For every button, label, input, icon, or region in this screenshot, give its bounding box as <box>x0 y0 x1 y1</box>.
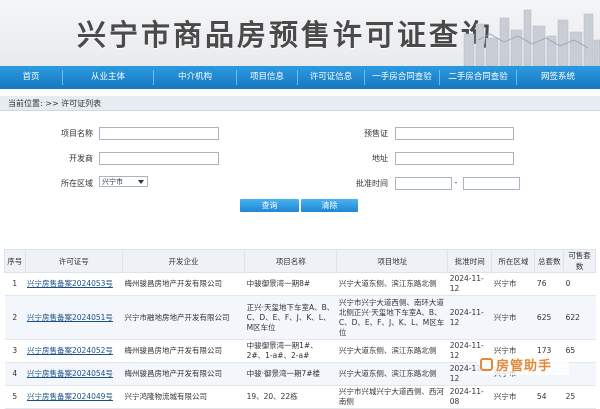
col-header-available: 可售套数 <box>563 249 596 273</box>
cell-total: 625 <box>534 295 564 340</box>
cell-available: 622 <box>563 295 596 340</box>
breadcrumb: 当前位置: >> 许可证列表 <box>0 96 600 111</box>
col-header-total: 总套数 <box>534 249 565 273</box>
nav-online-signing[interactable]: 网签系统 <box>517 66 599 89</box>
nav-practitioners[interactable]: 从业主体 <box>63 66 153 89</box>
cert-link[interactable]: 兴宁房售备案2024051号 <box>25 295 123 340</box>
cell-developer: 兴宁鸿隆物流城有限公司 <box>122 385 245 409</box>
cell-project: 中骏御景湾一期8# <box>244 272 337 296</box>
col-header-district: 所在区域 <box>491 249 536 273</box>
page-title: 兴宁市商品房预售许可证查询 <box>77 18 494 52</box>
nav-home[interactable]: 首页 <box>0 66 62 89</box>
cert-link[interactable]: 兴宁房售备案2024054号 <box>25 362 123 386</box>
nav-new-contract-check[interactable]: 一手房合同查验 <box>365 66 439 89</box>
approval-time-label: 批准时间 <box>356 179 388 188</box>
cert-link[interactable]: 兴宁房售备案2024049号 <box>25 385 123 409</box>
date-range-dash: - <box>454 178 458 187</box>
presale-cert-label: 预售证 <box>364 129 388 138</box>
cell-date: 2024-11-08 <box>447 385 492 409</box>
cert-link-text[interactable]: 兴宁房售备案2024052号 <box>27 346 113 355</box>
cell-total: 76 <box>534 272 564 296</box>
cell-address: 兴宁市兴宁大道西侧、南环大道北侧正兴·天玺地下车室A、B、C、D、E、F、J、K… <box>336 295 448 340</box>
nav-agencies[interactable]: 中介机构 <box>154 66 236 89</box>
nav-permits[interactable]: 许可证信息 <box>298 66 364 89</box>
cell-no: 4 <box>4 362 26 386</box>
cert-link-text[interactable]: 兴宁房售备案2024051号 <box>27 313 113 322</box>
city-skyline-image <box>463 9 600 66</box>
cell-developer: 梅州骏昌房地产开发有限公司 <box>122 362 245 386</box>
cell-project: 中骏·御景湾一期7#楼 <box>244 362 337 386</box>
header-banner: 兴宁市商品房预售许可证查询 <box>0 0 600 66</box>
address-input[interactable] <box>395 152 514 165</box>
district-select[interactable]: 兴宁市 <box>99 176 148 187</box>
cell-project: 19、20、22栋 <box>244 385 337 409</box>
cell-developer: 梅州骏昌房地产开发有限公司 <box>122 272 245 296</box>
cell-project: 正兴·天玺地下车室A、B、C、D、E、F、J、K、L、M区车位 <box>244 295 337 340</box>
cell-available: 0 <box>563 272 596 296</box>
project-name-label: 项目名称 <box>61 129 93 138</box>
cell-project: 中骏御景湾一期1#、2#、1-a#、2-a# <box>244 339 337 363</box>
col-header-developer: 开发企业 <box>121 249 246 273</box>
nav-resale-contract-check[interactable]: 二手房合同查验 <box>440 66 516 89</box>
district-label: 所在区域 <box>61 179 93 188</box>
cell-address: 兴宁大道东侧、滨江东路北侧 <box>336 272 448 296</box>
col-header-no: 序号 <box>4 249 26 273</box>
cert-link[interactable]: 兴宁房售备案2024053号 <box>25 272 123 296</box>
cell-no: 1 <box>4 272 26 296</box>
cert-link-text[interactable]: 兴宁房售备案2024054号 <box>27 369 113 378</box>
table-row: 5 兴宁房售备案2024049号 兴宁鸿隆物流城有限公司 19、20、22栋 兴… <box>4 385 596 409</box>
watermark-text: 房管助手 <box>496 359 553 374</box>
cell-district: 兴宁市 <box>491 385 535 409</box>
cell-no: 3 <box>4 339 26 363</box>
cell-date: 2024-11-12 <box>447 295 492 340</box>
col-header-date: 批准时间 <box>447 249 493 273</box>
project-name-input[interactable] <box>99 127 219 140</box>
cell-address: 兴宁市兴城兴宁大道西侧、西河南侧 <box>336 385 448 409</box>
table-header-row: 序号 许可证号 开发企业 项目名称 项目地址 批准时间 所在区域 总套数 可售套… <box>4 249 596 273</box>
developer-input[interactable] <box>99 152 219 165</box>
cell-developer: 兴宁市融地房地产开发有限公司 <box>122 295 245 340</box>
cell-district: 兴宁市 <box>491 295 535 340</box>
district-select-value: 兴宁市 <box>102 178 123 186</box>
permit-table: 序号 许可证号 开发企业 项目名称 项目地址 批准时间 所在区域 总套数 可售套… <box>4 249 596 409</box>
table-row: 1 兴宁房售备案2024053号 梅州骏昌房地产开发有限公司 中骏御景湾一期8#… <box>4 272 596 296</box>
cell-address: 兴宁大道东侧、滨江东路北侧 <box>336 339 448 363</box>
developer-label: 开发商 <box>69 154 93 163</box>
cell-no: 5 <box>4 385 26 409</box>
cell-district: 兴宁市 <box>491 272 535 296</box>
clear-button[interactable]: 清除 <box>301 199 358 212</box>
cert-link-text[interactable]: 兴宁房售备案2024053号 <box>27 279 113 288</box>
cell-available: 25 <box>563 385 596 409</box>
presale-cert-input[interactable] <box>395 127 514 140</box>
chat-bubble-icon <box>480 358 493 371</box>
approval-end-date-input[interactable] <box>463 177 520 190</box>
address-label: 地址 <box>372 154 388 163</box>
cell-no: 2 <box>4 295 26 340</box>
watermark: 房管助手 <box>477 354 569 375</box>
approval-start-date-input[interactable] <box>395 177 452 190</box>
nav-projects[interactable]: 项目信息 <box>237 66 297 89</box>
search-form: 项目名称 预售证 开发商 地址 所在区域 兴宁市 批准时间 - 查询 清除 <box>0 113 600 218</box>
table-row: 2 兴宁房售备案2024051号 兴宁市融地房地产开发有限公司 正兴·天玺地下车… <box>4 295 596 340</box>
cell-address: 兴宁大道东侧、滨江东路北侧 <box>336 362 448 386</box>
cell-date: 2024-11-12 <box>447 272 492 296</box>
col-header-address: 项目地址 <box>336 249 449 273</box>
col-header-cert: 许可证号 <box>24 249 123 273</box>
main-nav: 首页 从业主体 中介机构 项目信息 许可证信息 一手房合同查验 二手房合同查验 … <box>0 66 600 89</box>
cell-developer: 梅州骏昌房地产开发有限公司 <box>122 339 245 363</box>
col-header-project: 项目名称 <box>244 249 338 273</box>
cert-link[interactable]: 兴宁房售备案2024052号 <box>25 339 123 363</box>
chevron-down-icon <box>138 180 144 184</box>
cell-total: 54 <box>534 385 564 409</box>
query-button[interactable]: 查询 <box>240 199 299 212</box>
